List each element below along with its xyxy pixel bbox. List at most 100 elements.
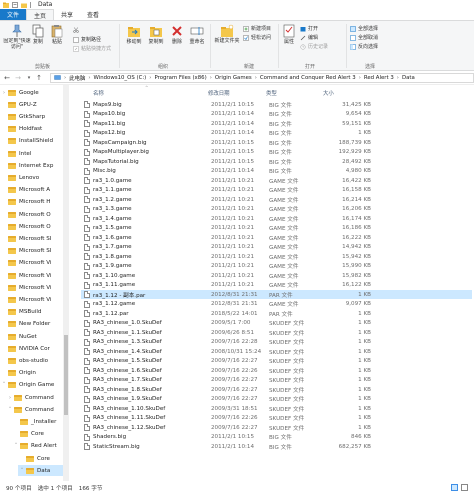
invert-selection-button[interactable]: 反向选择 (350, 43, 378, 50)
file-row[interactable]: ra3_1.12.game 2012/8/31 21:31 GAME 文件 9,097… (81, 300, 472, 309)
nav-folder-item[interactable]: NVIDIA Cor (0, 343, 63, 354)
move-to-button[interactable]: 移动到 (124, 24, 144, 45)
new-item-button[interactable]: 新建项目 (243, 25, 271, 32)
file-row[interactable]: ra3_1.11.game 2011/2/1 10:21 GAME 文件 16,122… (81, 281, 472, 290)
file-row[interactable]: MapsCampaign.big 2011/2/1 10:15 BIG 文件 188,… (81, 138, 472, 147)
file-row[interactable]: MapsMultiplayer.big 2011/2/1 10:15 BIG 文件 1… (81, 148, 472, 157)
details-view-icon[interactable] (451, 484, 458, 491)
nav-folder-item[interactable]: Microsoft Vi (0, 258, 63, 269)
nav-folder-item[interactable]: New Folder (0, 319, 63, 330)
breadcrumb-this-pc[interactable]: 此电脑 (69, 74, 85, 82)
breadcrumb-data[interactable]: Data (402, 75, 415, 81)
file-row[interactable]: ra3_1.12.par 2018/5/22 14:01 PAR 文件 1 KB (81, 309, 472, 318)
forward-icon[interactable]: → (14, 74, 22, 82)
breadcrumb-drive[interactable]: Windows10_OS (C:) (94, 75, 147, 81)
breadcrumb-red-alert-3[interactable]: Red Alert 3 (364, 75, 394, 81)
select-all-button[interactable]: 全部选择 (350, 25, 378, 32)
rename-button[interactable]: 重命名 (186, 24, 208, 45)
file-row[interactable]: ra3_1.2.game 2011/2/1 10:21 GAME 文件 16,214 … (81, 195, 472, 204)
breadcrumb-origin-games[interactable]: Origin Games (215, 75, 252, 81)
properties-icon[interactable] (12, 1, 18, 8)
nav-folder-item[interactable]: Microsoft O (0, 209, 63, 220)
nav-folder-item[interactable]: InstallShield (0, 136, 63, 147)
pin-quick-access-button[interactable]: 固定到"快速访问" (2, 24, 32, 50)
file-row[interactable]: ra3_1.7.game 2011/2/1 10:21 GAME 文件 14,942 … (81, 243, 472, 252)
column-header-type[interactable]: 类型 (266, 88, 277, 97)
nav-folder-item[interactable]: ˅ Data (18, 465, 63, 477)
file-row[interactable]: RA3_chinese_1.1.SkuDef 2009/6/26 8:51 SKUD… (81, 328, 472, 337)
file-row[interactable]: ra3_1.6.game 2011/2/1 10:21 GAME 文件 16,222 … (81, 233, 472, 242)
nav-folder-item[interactable]: Microsoft H (0, 197, 63, 208)
file-row[interactable]: Maps11.big 2011/2/1 10:14 BIG 文件 59,151 KB (81, 119, 472, 128)
file-row[interactable]: RA3_chinese_1.3.SkuDef 2009/7/16 22:28 SKU… (81, 338, 472, 347)
nav-folder-item[interactable]: Internet Exp (0, 160, 63, 171)
nav-folder-item[interactable]: Microsoft Vi (0, 282, 63, 293)
copy-button[interactable]: 复制 (31, 24, 45, 45)
breadcrumb-command-and-conquer[interactable]: Command and Conquer Red Alert 3 (260, 75, 356, 81)
nav-folder-item[interactable]: obs-studio (0, 355, 63, 366)
expand-chevron-icon[interactable]: › (0, 90, 8, 96)
nav-folder-item[interactable]: NuGet (0, 331, 63, 342)
file-row[interactable]: RA3_chinese_1.12.SkuDef 2009/7/16 22:27 SK… (81, 423, 472, 432)
paste-shortcut-button[interactable]: 粘贴快捷方式 (73, 45, 111, 52)
copy-path-button[interactable]: 复制路径 (73, 36, 101, 43)
file-row[interactable]: Maps9.big 2011/2/1 10:15 BIG 文件 31,425 KB (81, 100, 472, 109)
file-row[interactable]: Maps10.big 2011/2/1 10:14 BIG 文件 9,654 KB (81, 110, 472, 119)
cut-button[interactable] (73, 27, 81, 33)
file-row[interactable]: RA3_chinese_1.7.SkuDef 2009/7/16 22:27 SKU… (81, 376, 472, 385)
nav-folder-item[interactable]: ˅ Origin Game (0, 380, 63, 391)
tab-share[interactable]: 共享 (54, 9, 80, 20)
delete-button[interactable]: 删除 (170, 24, 184, 45)
nav-folder-item[interactable]: Holdfast (0, 124, 63, 135)
file-row[interactable]: RA3_chinese_1.9.SkuDef 2009/7/16 22:27 SKU… (81, 395, 472, 404)
history-button[interactable]: 历史记录 (300, 43, 328, 50)
up-icon[interactable]: ↑ (35, 74, 43, 82)
expand-chevron-icon[interactable]: ˅ (18, 468, 26, 474)
file-row[interactable]: Shaders.big 2011/2/1 10:15 BIG 文件 846 KB (81, 433, 472, 442)
file-row[interactable]: ra3_1.12 - 副本.par 2012/8/31 21:31 PAR 文件 1 … (81, 290, 472, 299)
file-row[interactable]: RA3_chinese_1.0.SkuDef 2009/5/1 7:00 SKUDE… (81, 319, 472, 328)
file-row[interactable]: ra3_1.3.game 2011/2/1 10:21 GAME 文件 16,206 … (81, 205, 472, 214)
nav-folder-item[interactable]: _Installer (12, 416, 63, 427)
nav-folder-item[interactable]: Intel (0, 148, 63, 159)
nav-folder-item[interactable]: MSBuild (0, 307, 63, 318)
address-bar[interactable]: › 此电脑 › Windows10_OS (C:) › Program File… (50, 73, 474, 83)
breadcrumb-program-files[interactable]: Program Files (x86) (154, 75, 206, 81)
nav-folder-item[interactable]: Microsoft Vi (0, 270, 63, 281)
easy-access-button[interactable]: 轻松访问 (243, 34, 271, 41)
recent-locations-icon[interactable]: ▾ (25, 74, 33, 82)
file-row[interactable]: StaticStream.big 2011/2/1 10:14 BIG 文件 682,… (81, 442, 472, 451)
edit-button[interactable]: 编辑 (300, 34, 318, 41)
file-row[interactable]: ra3_1.9.game 2011/2/1 10:21 GAME 文件 15,990 … (81, 262, 472, 271)
column-header-size[interactable]: 大小 (323, 88, 334, 97)
nav-folder-item[interactable]: Origin (0, 368, 63, 379)
file-row[interactable]: RA3_chinese_1.5.SkuDef 2009/7/16 22:27 SKU… (81, 357, 472, 366)
paste-button[interactable]: 粘贴 (50, 24, 64, 45)
nav-folder-item[interactable]: ˅ Command (6, 404, 63, 415)
expand-chevron-icon[interactable]: ˅ (0, 382, 8, 388)
back-icon[interactable]: ← (3, 74, 11, 82)
expand-chevron-icon[interactable]: › (6, 395, 14, 401)
nav-folder-item[interactable]: › Command (6, 392, 63, 403)
properties-button[interactable]: 属性 (282, 24, 296, 45)
file-row[interactable]: RA3_chinese_1.10.SkuDef 2009/3/31 18:51 SK… (81, 404, 472, 413)
nav-folder-item[interactable]: Microsoft A (0, 185, 63, 196)
nav-folder-item[interactable]: › Google (0, 87, 63, 98)
nav-folder-item[interactable]: ˅ Red Alert (12, 441, 63, 452)
new-folder-button[interactable]: 新建文件夹 (213, 24, 241, 44)
tab-file[interactable]: 文件 (0, 9, 27, 20)
nav-folder-item[interactable]: Microsoft O (0, 221, 63, 232)
file-row[interactable]: RA3_chinese_1.4.SkuDef 2008/10/31 15:24 SK… (81, 347, 472, 356)
file-row[interactable]: ra3_1.8.game 2011/2/1 10:21 GAME 文件 15,942 … (81, 252, 472, 261)
open-button[interactable]: 打开 (300, 25, 318, 32)
file-row[interactable]: MapsTutorial.big 2011/2/1 10:15 BIG 文件 28,4… (81, 157, 472, 166)
file-row[interactable]: RA3_chinese_1.8.SkuDef 2009/7/16 22:27 SKU… (81, 385, 472, 394)
file-row[interactable]: RA3_chinese_1.11.SkuDef 2009/7/16 22:26 SK… (81, 414, 472, 423)
file-row[interactable]: ra3_1.0.game 2011/2/1 10:21 GAME 文件 16,422 … (81, 176, 472, 185)
column-header-name[interactable]: 名称 (93, 88, 104, 97)
file-row[interactable]: Maps12.big 2011/2/1 10:14 BIG 文件 1 KB (81, 129, 472, 138)
tab-home[interactable]: 主页 (26, 9, 55, 20)
nav-folder-item[interactable]: Core (12, 429, 63, 440)
expand-chevron-icon[interactable]: ˅ (12, 443, 20, 449)
nav-folder-item[interactable]: GtkSharp (0, 111, 63, 122)
